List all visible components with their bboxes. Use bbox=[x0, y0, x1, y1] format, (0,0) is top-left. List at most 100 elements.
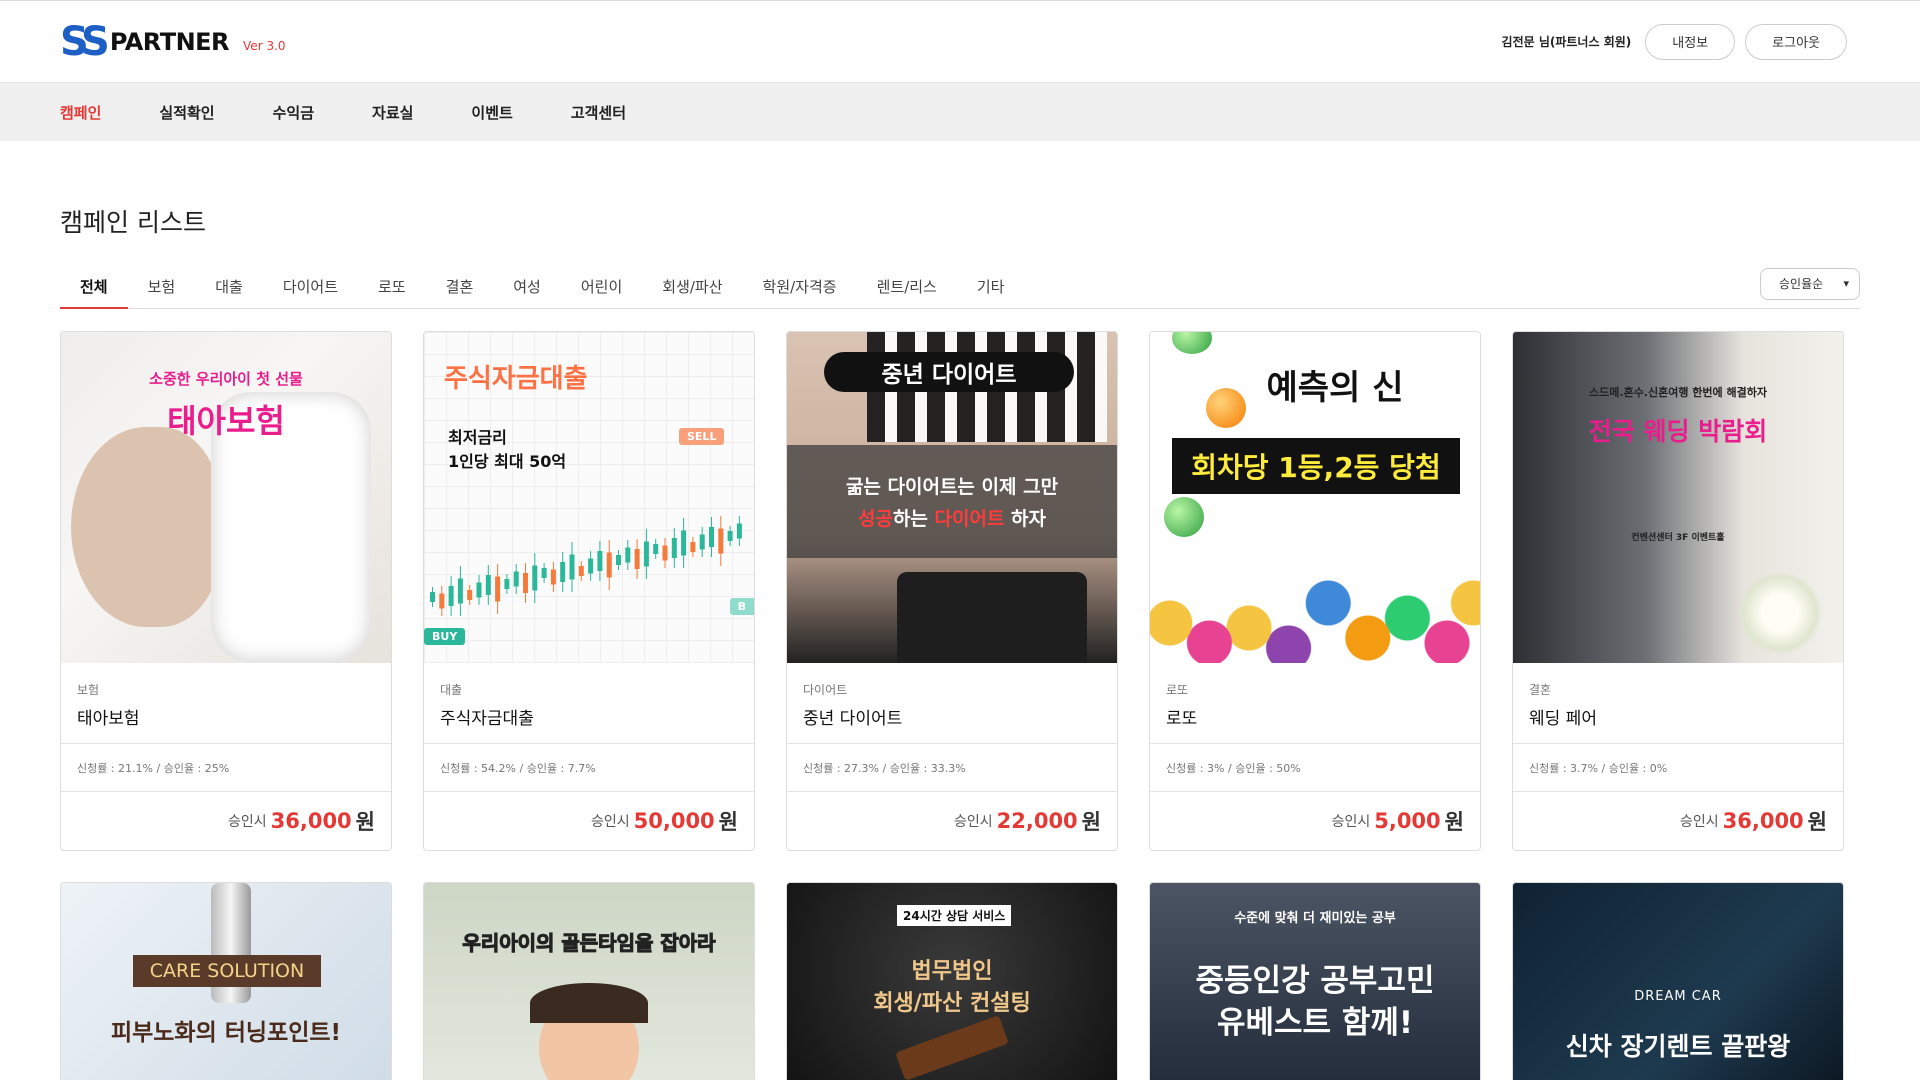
campaign-stats: 신청률 : 21.1% / 승인율 : 25% bbox=[61, 744, 391, 792]
campaign-card[interactable]: 스드메.혼수.신혼여행 한번에 해결하자 전국 웨딩 박람회 컨벤션센터 3F … bbox=[1512, 331, 1844, 851]
banner-title: 우리아이의 골든타임을 잡아라 bbox=[462, 931, 716, 956]
banner-text: 하는 bbox=[892, 508, 935, 530]
candle-body bbox=[699, 534, 705, 550]
candlestick-chart bbox=[430, 516, 742, 616]
page-title: 캠페인 리스트 bbox=[60, 208, 206, 237]
tab-rent[interactable]: 렌트/리스 bbox=[857, 267, 957, 309]
candle-body bbox=[476, 582, 482, 598]
campaign-card[interactable]: DREAM CAR 신차 장기렌트 끝판왕 bbox=[1512, 882, 1844, 1080]
price-value: 50,000 bbox=[633, 809, 715, 833]
price-prefix: 승인시 bbox=[590, 814, 630, 830]
logo[interactable]: SS PARTNER Ver 3.0 bbox=[60, 22, 286, 62]
banner-title: 전국 웨딩 박람회 bbox=[1588, 417, 1768, 446]
campaign-stats: 신청률 : 54.2% / 승인율 : 7.7% bbox=[424, 744, 754, 792]
candle-body bbox=[736, 523, 742, 539]
banner-title: 중년 다이어트 bbox=[824, 352, 1074, 392]
candle-body bbox=[727, 531, 733, 541]
price-prefix: 승인시 bbox=[227, 814, 267, 830]
candle-body bbox=[718, 528, 724, 554]
price-unit: 원 bbox=[718, 810, 738, 834]
campaign-stats: 신청률 : 3% / 승인율 : 50% bbox=[1150, 744, 1480, 792]
price-unit: 원 bbox=[1807, 810, 1827, 834]
tab-academy[interactable]: 학원/자격증 bbox=[743, 267, 857, 309]
campaign-card[interactable]: CARE SOLUTION 피부노화의 터닝포인트! bbox=[60, 882, 392, 1080]
banner-line: DREAM CAR bbox=[1634, 989, 1722, 1004]
candle-body bbox=[643, 541, 649, 567]
user-name: 김전문 님(파트너스 회원) bbox=[1501, 35, 1632, 49]
price-value: 36,000 bbox=[1722, 809, 1804, 833]
price-prefix: 승인시 bbox=[1679, 814, 1719, 830]
tab-insurance[interactable]: 보험 bbox=[128, 267, 196, 309]
nav-campaign[interactable]: 캠페인 bbox=[60, 102, 101, 123]
nav-performance[interactable]: 실적확인 bbox=[159, 102, 214, 123]
candle-body bbox=[485, 575, 491, 595]
candle-body bbox=[690, 542, 696, 552]
candle-body bbox=[467, 590, 473, 600]
child-hair bbox=[530, 983, 648, 1023]
campaign-card[interactable]: 소중한 우리아이 첫 선물 태아보험 보험 태아보험 신청률 : 21.1% /… bbox=[60, 331, 392, 851]
campaign-card[interactable]: 24시간 상담 서비스 법무법인 회생/파산 컨설팅 bbox=[786, 882, 1118, 1080]
nav-resources[interactable]: 자료실 bbox=[372, 102, 413, 123]
tab-all[interactable]: 전체 bbox=[60, 267, 128, 309]
banner-line: 소중한 우리아이 첫 선물 bbox=[149, 370, 303, 388]
tab-women[interactable]: 여성 bbox=[493, 267, 561, 309]
campaign-name: 웨딩 페어 bbox=[1513, 698, 1843, 744]
candle-body bbox=[550, 569, 556, 585]
campaign-card[interactable]: 예측의 신 회차당 1등,2등 당첨 로또 로또 신청률 : 3% / 승인율 … bbox=[1149, 331, 1481, 851]
price-unit: 원 bbox=[1444, 810, 1464, 834]
campaign-name: 로또 bbox=[1150, 698, 1480, 744]
campaign-card[interactable]: 수준에 맞춰 더 재미있는 공부 중등인강 공부고민 유베스트 함께! bbox=[1149, 882, 1481, 1080]
tab-bankruptcy[interactable]: 회생/파산 bbox=[642, 267, 742, 309]
main-nav: 캠페인 실적확인 수익금 자료실 이벤트 고객센터 bbox=[0, 82, 1920, 141]
nav-earnings[interactable]: 수익금 bbox=[273, 102, 314, 123]
campaign-card[interactable]: 중년 다이어트 굶는 다이어트는 이제 그만 성공하는 다이어트 하자 다이어트… bbox=[786, 331, 1118, 851]
banner-line: CARE SOLUTION bbox=[133, 955, 321, 987]
logo-mark: SS bbox=[60, 18, 110, 65]
campaign-category: 보험 bbox=[77, 683, 100, 697]
campaign-name: 태아보험 bbox=[61, 698, 391, 744]
price-value: 22,000 bbox=[996, 809, 1078, 833]
campaign-category: 결혼 bbox=[1529, 683, 1552, 697]
logout-button[interactable]: 로그아웃 bbox=[1745, 23, 1847, 60]
candle-body bbox=[606, 552, 612, 578]
lotto-ball-icon bbox=[1206, 388, 1246, 428]
myinfo-button[interactable]: 내정보 bbox=[1645, 23, 1736, 60]
banner-title: 태아보험 bbox=[167, 402, 285, 440]
campaign-banner: DREAM CAR 신차 장기렌트 끝판왕 bbox=[1513, 883, 1843, 1080]
filter-bar: 전체 보험 대출 다이어트 로또 결혼 여성 어린이 회생/파산 학원/자격증 … bbox=[60, 267, 1860, 309]
tab-diet[interactable]: 다이어트 bbox=[263, 267, 358, 309]
banner-title: 중등인강 공부고민 bbox=[1195, 963, 1435, 999]
nav-support[interactable]: 고객센터 bbox=[571, 102, 626, 123]
tab-lotto[interactable]: 로또 bbox=[358, 267, 426, 309]
tab-kids[interactable]: 어린이 bbox=[561, 267, 642, 309]
banner-line: 컨벤션센터 3F 이벤트홀 bbox=[1631, 533, 1725, 543]
banner-title: 법무법인 bbox=[911, 959, 993, 984]
tab-etc[interactable]: 기타 bbox=[957, 267, 1025, 309]
campaign-stats: 신청률 : 27.3% / 승인율 : 33.3% bbox=[787, 744, 1117, 792]
campaign-banner: 예측의 신 회차당 1등,2등 당첨 bbox=[1150, 332, 1480, 663]
campaign-category: 다이어트 bbox=[803, 683, 848, 697]
tab-loan[interactable]: 대출 bbox=[195, 267, 263, 309]
campaign-card[interactable]: 주식자금대출 최저금리 1인당 최대 50억 SELL BUY B 대출 주식자… bbox=[423, 331, 755, 851]
banner-line: 수준에 맞춰 더 재미있는 공부 bbox=[1234, 911, 1396, 926]
sort-select[interactable]: 승인율순 ▾ bbox=[1760, 267, 1860, 300]
campaign-price: 승인시 36,000 원 bbox=[61, 792, 391, 850]
candle-body bbox=[569, 554, 575, 580]
candle-body bbox=[578, 566, 584, 576]
nav-events[interactable]: 이벤트 bbox=[471, 102, 512, 123]
price-value: 5,000 bbox=[1374, 809, 1441, 833]
campaign-banner: CARE SOLUTION 피부노화의 터닝포인트! bbox=[61, 883, 391, 1080]
banner-highlight: 성공 bbox=[857, 508, 893, 530]
banner-title: 신차 장기렌트 끝판왕 bbox=[1565, 1032, 1791, 1061]
banner-highlight: 다이어트 bbox=[934, 508, 1005, 530]
candle-body bbox=[616, 555, 621, 565]
campaign-card[interactable]: 우리아이의 골든타임을 잡아라 bbox=[423, 882, 755, 1080]
campaign-stats: 신청률 : 3.7% / 승인율 : 0% bbox=[1513, 744, 1843, 792]
candle-body bbox=[634, 549, 640, 569]
banner-line: 성공하는 다이어트 하자 bbox=[787, 504, 1117, 531]
campaign-price: 승인시 50,000 원 bbox=[424, 792, 754, 850]
candle-body bbox=[597, 551, 603, 571]
top-header: SS PARTNER Ver 3.0 김전문 님(파트너스 회원) 내정보 로그… bbox=[0, 0, 1920, 82]
candle-body bbox=[709, 527, 714, 547]
tab-wedding[interactable]: 결혼 bbox=[426, 267, 494, 309]
